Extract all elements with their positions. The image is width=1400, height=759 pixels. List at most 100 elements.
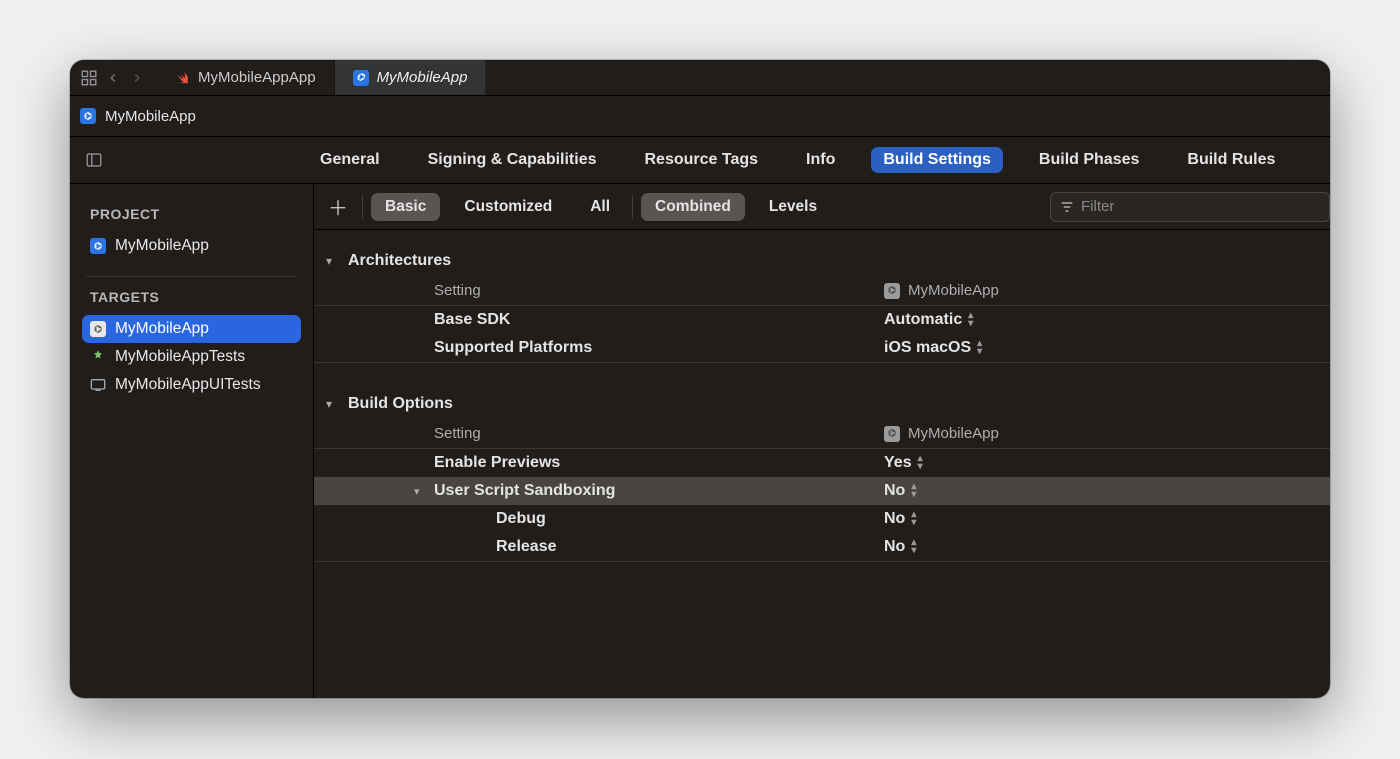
divider [362,195,363,219]
section-title: Build Options [348,395,453,413]
tab-label: MyMobileApp [377,69,468,86]
chevron-down-icon[interactable]: ▾ [414,485,428,498]
filter-bar: ＋ Basic Customized All Combined Levels [314,184,1330,230]
app-icon: ⌬ [80,108,96,124]
section-header-build-options[interactable]: ▾ Build Options [314,395,1330,419]
scope-segment: Basic Customized All [371,193,624,221]
column-target-label: MyMobileApp [908,425,999,442]
setting-row-uss-debug[interactable]: Debug No ▴▾ [314,505,1330,533]
setting-name: Enable Previews [434,454,884,472]
panel-toggle-icon[interactable] [80,148,108,172]
view-segment: Combined Levels [641,193,831,221]
project-title-row: ⌬ MyMobileApp [70,96,1330,137]
stepper-icon: ▴▾ [918,455,923,471]
view-combined[interactable]: Combined [641,193,745,221]
scope-basic[interactable]: Basic [371,193,440,221]
tab-build-settings[interactable]: Build Settings [871,147,1003,173]
stepper-icon: ▴▾ [968,312,973,328]
column-target: ⌬ MyMobileApp [884,282,999,299]
tab-bar-left-controls [70,60,156,95]
column-header: Setting ⌬ MyMobileApp [314,419,1330,449]
main-split: PROJECT ⌬ MyMobileApp TARGETS ⌬ MyMobile… [70,184,1330,698]
sidebar-item-label: MyMobileAppTests [115,348,245,366]
setting-value[interactable]: No ▴▾ [884,538,916,556]
stepper-icon: ▴▾ [911,539,916,555]
setting-value[interactable]: Automatic ▴▾ [884,311,973,329]
sidebar-separator [86,276,297,277]
stepper-icon: ▴▾ [911,511,916,527]
divider [632,195,633,219]
tab-swift-file[interactable]: MyMobileAppApp [156,60,335,95]
app-icon: ⌬ [353,70,369,86]
tab-label: MyMobileAppApp [198,69,316,86]
editor-nav-row: General Signing & Capabilities Resource … [70,137,1330,184]
sidebar: PROJECT ⌬ MyMobileApp TARGETS ⌬ MyMobile… [70,184,314,698]
column-target: ⌬ MyMobileApp [884,425,999,442]
column-setting: Setting [434,282,884,299]
tab-build-phases[interactable]: Build Phases [1027,147,1151,173]
setting-row-supported-platforms[interactable]: Supported Platforms iOS macOS ▴▾ [314,334,1330,362]
setting-value-text: iOS macOS [884,339,971,357]
view-levels[interactable]: Levels [755,193,831,221]
setting-value-text: No [884,510,905,528]
app-icon: ⌬ [884,283,900,299]
tab-general[interactable]: General [308,147,392,173]
filter-input[interactable] [1081,198,1321,215]
setting-value[interactable]: iOS macOS ▴▾ [884,339,982,357]
navigator-grid-icon[interactable] [80,69,98,87]
setting-value[interactable]: Yes ▴▾ [884,454,923,472]
column-target-label: MyMobileApp [908,282,999,299]
setting-name: User Script Sandboxing [434,482,884,500]
scope-customized[interactable]: Customized [450,193,566,221]
chevron-down-icon: ▾ [326,254,340,268]
forward-button[interactable] [128,71,146,85]
ui-test-icon [90,377,106,393]
xcode-window: MyMobileAppApp ⌬ MyMobileApp ⌬ MyMobileA… [70,60,1330,698]
architectures-table: Base SDK Automatic ▴▾ Supported Platform… [314,306,1330,363]
settings-area: ▾ Architectures Setting ⌬ MyMobileApp Ba… [314,230,1330,698]
sidebar-target-uitests[interactable]: MyMobileAppUITests [82,371,301,399]
setting-value-text: Automatic [884,311,962,329]
add-setting-button[interactable]: ＋ [322,192,354,221]
sidebar-item-label: MyMobileApp [115,237,209,255]
sidebar-target-tests[interactable]: MyMobileAppTests [82,343,301,371]
setting-row-enable-previews[interactable]: Enable Previews Yes ▴▾ [314,449,1330,477]
setting-value-text: Yes [884,454,912,472]
tab-project[interactable]: ⌬ MyMobileApp [335,60,487,95]
setting-value-text: No [884,482,905,500]
scope-all[interactable]: All [576,193,624,221]
build-options-table: Enable Previews Yes ▴▾ ▾ User Script San… [314,449,1330,562]
content-area: ＋ Basic Customized All Combined Levels [314,184,1330,698]
setting-value-text: No [884,538,905,556]
swift-icon [174,70,190,86]
tab-info[interactable]: Info [794,147,847,173]
unit-test-icon [90,349,106,365]
back-button[interactable] [104,71,122,85]
tab-signing[interactable]: Signing & Capabilities [416,147,609,173]
setting-name: Release [496,538,884,556]
setting-row-uss-release[interactable]: Release No ▴▾ [314,533,1330,561]
setting-row-user-script-sandboxing[interactable]: ▾ User Script Sandboxing No ▴▾ [314,477,1330,505]
column-header: Setting ⌬ MyMobileApp [314,276,1330,306]
tab-resource-tags[interactable]: Resource Tags [633,147,771,173]
setting-name: Debug [496,510,884,528]
section-title: Architectures [348,252,451,270]
sidebar-label-targets: TARGETS [82,289,301,315]
setting-value[interactable]: No ▴▾ [884,482,916,500]
filter-icon [1059,199,1075,215]
filter-right [1050,192,1330,222]
column-setting: Setting [434,425,884,442]
setting-row-base-sdk[interactable]: Base SDK Automatic ▴▾ [314,306,1330,334]
setting-name: Supported Platforms [434,339,884,357]
filter-input-wrap[interactable] [1050,192,1330,222]
stepper-icon: ▴▾ [911,483,916,499]
chevron-down-icon: ▾ [326,397,340,411]
app-icon: ⌬ [884,426,900,442]
app-icon: ⌬ [90,321,106,337]
section-header-architectures[interactable]: ▾ Architectures [314,252,1330,276]
tab-bar: MyMobileAppApp ⌬ MyMobileApp [70,60,1330,96]
tab-build-rules[interactable]: Build Rules [1175,147,1287,173]
sidebar-target-app[interactable]: ⌬ MyMobileApp [82,315,301,343]
setting-value[interactable]: No ▴▾ [884,510,916,528]
sidebar-project-item[interactable]: ⌬ MyMobileApp [82,232,301,260]
